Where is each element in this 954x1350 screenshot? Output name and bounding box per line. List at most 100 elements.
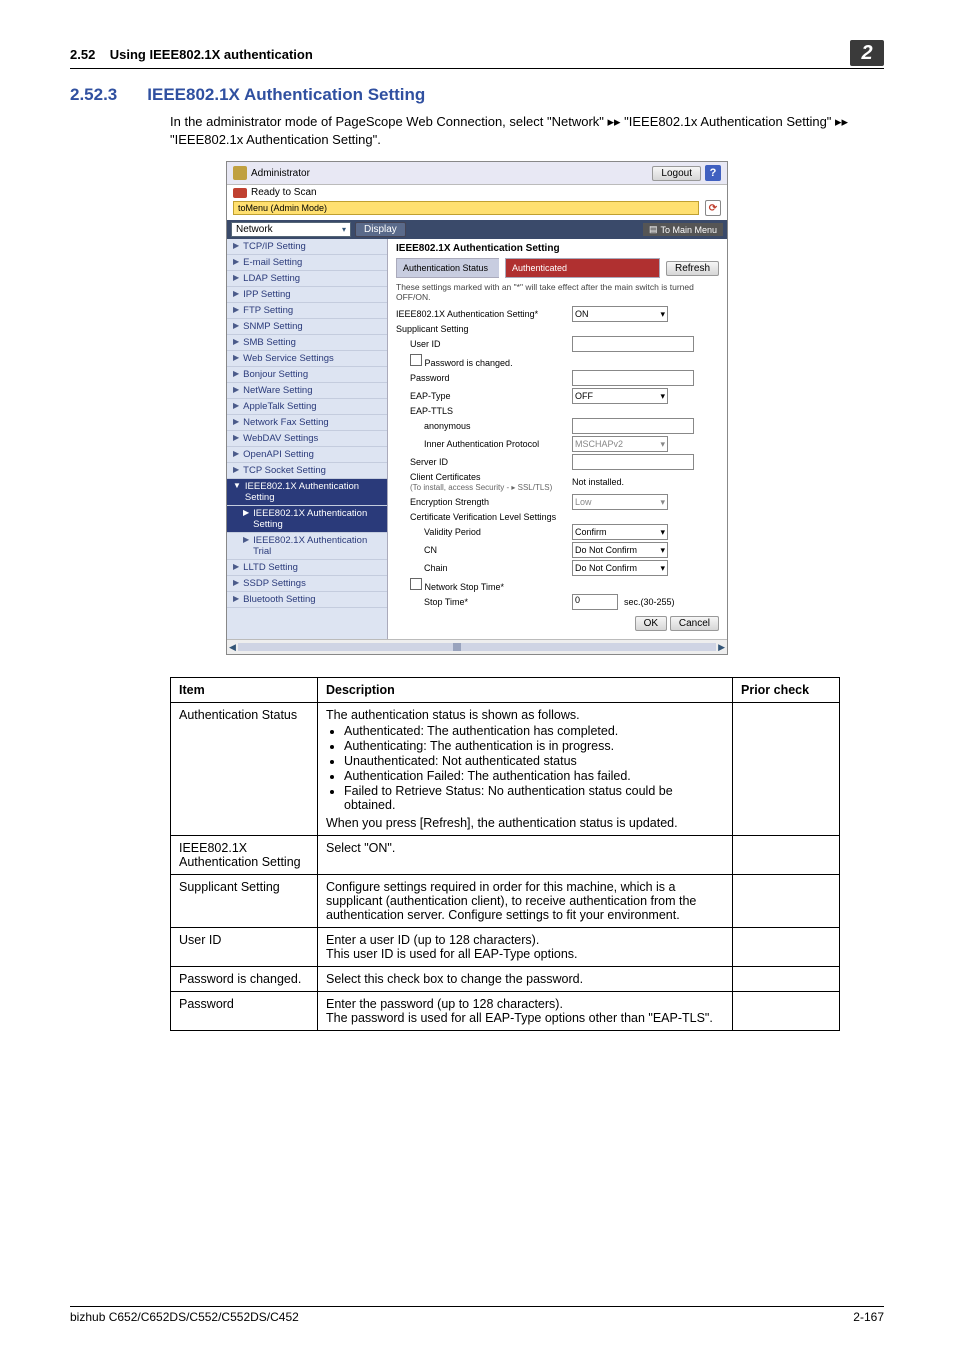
row-eapttls: EAP-TTLS [396, 406, 719, 416]
sidenav-ftp[interactable]: ▶FTP Setting [227, 303, 387, 319]
sidenav-lltd[interactable]: ▶LLTD Setting [227, 560, 387, 576]
row-cn: CN Do Not Confirm ▾ [396, 542, 719, 558]
chevron-down-icon: ▾ [660, 391, 665, 402]
display-button[interactable]: Display [355, 222, 406, 237]
scroll-thumb[interactable] [238, 643, 716, 651]
td-prior [733, 875, 840, 928]
td-item: User ID [171, 928, 318, 967]
sidenav-ipp[interactable]: ▶IPP Setting [227, 287, 387, 303]
category-select[interactable]: Network ▾ [231, 222, 351, 237]
sidenav-webdav[interactable]: ▶WebDAV Settings [227, 431, 387, 447]
sidenav-label: OpenAPI Setting [243, 449, 314, 460]
main-menu-button[interactable]: ▤ To Main Menu [643, 223, 723, 236]
sidenav-label: WebDAV Settings [243, 433, 318, 444]
sidenav-label: IPP Setting [243, 289, 290, 300]
td-prior [733, 703, 840, 836]
cancel-button[interactable]: Cancel [670, 616, 719, 631]
sidenav-ldap[interactable]: ▶LDAP Setting [227, 271, 387, 287]
row-password: Password [396, 370, 719, 386]
row-innerauth: Inner Authentication Protocol MSCHAPv2 ▾ [396, 436, 719, 452]
validity-value: Confirm [575, 527, 607, 537]
validity-select[interactable]: Confirm ▾ [572, 524, 668, 540]
sidenav-email[interactable]: ▶E-mail Setting [227, 255, 387, 271]
sidenav-smb[interactable]: ▶SMB Setting [227, 335, 387, 351]
sidenav-label: FTP Setting [243, 305, 293, 316]
description-table: Item Description Prior check Authenticat… [170, 677, 840, 1031]
screenshot-content: IEEE802.1X Authentication Setting Authen… [388, 239, 727, 639]
stop-time-unit: sec.(30-255) [624, 597, 675, 607]
side-nav: ▶TCP/IP Setting ▶E-mail Setting ▶LDAP Se… [227, 239, 388, 639]
chevron-down-icon: ▾ [660, 439, 665, 450]
row-netstop: Network Stop Time* [396, 578, 719, 592]
sidenav-netware[interactable]: ▶NetWare Setting [227, 383, 387, 399]
refresh-icon[interactable]: ⟳ [705, 200, 721, 216]
supplicant-label: Supplicant Setting [396, 324, 566, 334]
inner-auth-select[interactable]: MSCHAPv2 ▾ [572, 436, 668, 452]
sidenav-webservice[interactable]: ▶Web Service Settings [227, 351, 387, 367]
admin-screenshot: Administrator Logout ? Ready to Scan toM… [226, 161, 728, 655]
table-row: IEEE802.1X Authentication Setting Select… [171, 836, 840, 875]
sidenav-ieee8021x-setting[interactable]: ▶IEEE802.1X Authentication Setting [227, 506, 387, 533]
help-icon[interactable]: ? [705, 165, 721, 181]
sidenav-tcpip[interactable]: ▶TCP/IP Setting [227, 239, 387, 255]
enc-strength-select[interactable]: Low ▾ [572, 494, 668, 510]
admin-avatar-icon [233, 166, 247, 180]
scroll-right-icon[interactable]: ▶ [718, 642, 725, 653]
td-item: IEEE802.1X Authentication Setting [171, 836, 318, 875]
ok-button[interactable]: OK [635, 616, 667, 631]
sidenav-bluetooth[interactable]: ▶Bluetooth Setting [227, 592, 387, 608]
sidenav-networkfax[interactable]: ▶Network Fax Setting [227, 415, 387, 431]
refresh-button[interactable]: Refresh [666, 261, 719, 276]
password-changed-wrap: Password is changed. [396, 354, 566, 368]
sidenav-snmp[interactable]: ▶SNMP Setting [227, 319, 387, 335]
td-desc: Select "ON". [318, 836, 733, 875]
sidenav-openapi[interactable]: ▶OpenAPI Setting [227, 447, 387, 463]
network-stop-checkbox[interactable] [410, 578, 422, 590]
auth-status-row: Authentication Status Authenticated Refr… [396, 258, 719, 278]
anonymous-input[interactable] [572, 418, 694, 434]
sidenav-tcpsocket[interactable]: ▶TCP Socket Setting [227, 463, 387, 479]
screenshot-navbar: Network ▾ Display ▤ To Main Menu [227, 220, 727, 239]
scroll-left-icon[interactable]: ◀ [229, 642, 236, 653]
row-clientcert: Client Certificates (To install, access … [396, 472, 719, 492]
sidenav-bonjour[interactable]: ▶Bonjour Setting [227, 367, 387, 383]
network-stop-label: Network Stop Time* [425, 582, 505, 592]
cn-select[interactable]: Do Not Confirm ▾ [572, 542, 668, 558]
td-prior [733, 967, 840, 992]
auth-status-value: Authenticated [505, 258, 660, 278]
password-changed-checkbox[interactable] [410, 354, 422, 366]
sidenav-ieee8021x[interactable]: ▼IEEE802.1X Authentication Setting [227, 479, 387, 506]
screenshot-statusbar: Ready to Scan toMenu (Admin Mode) ⟳ [227, 185, 727, 218]
row-supplicant: Supplicant Setting [396, 324, 719, 334]
row-auth-setting: IEEE802.1X Authentication Setting* ON ▾ [396, 306, 719, 322]
row-eaptype: EAP-Type OFF ▾ [396, 388, 719, 404]
section-intro: In the administrator mode of PageScope W… [170, 113, 884, 149]
logout-button[interactable]: Logout [652, 166, 701, 181]
eap-type-select[interactable]: OFF ▾ [572, 388, 668, 404]
td-prior [733, 836, 840, 875]
user-id-input[interactable] [572, 336, 694, 352]
chevron-down-icon: ▾ [342, 225, 346, 234]
chevron-down-icon: ▾ [660, 309, 665, 320]
password-input[interactable] [572, 370, 694, 386]
footer-pagenum: 2-167 [853, 1310, 884, 1324]
stop-time-input[interactable]: 0 [572, 594, 618, 610]
chain-select[interactable]: Do Not Confirm ▾ [572, 560, 668, 576]
td-desc: Select this check box to change the pass… [318, 967, 733, 992]
server-id-input[interactable] [572, 454, 694, 470]
sidenav-appletalk[interactable]: ▶AppleTalk Setting [227, 399, 387, 415]
header-left: 2.52 Using IEEE802.1X authentication [70, 47, 313, 62]
table-row: User ID Enter a user ID (up to 128 chara… [171, 928, 840, 967]
horizontal-scrollbar[interactable]: ◀ ▶ [227, 639, 727, 654]
mode-bar[interactable]: toMenu (Admin Mode) [233, 201, 699, 215]
sidenav-label: SMB Setting [243, 337, 296, 348]
auth-setting-select[interactable]: ON ▾ [572, 306, 668, 322]
ready-text: Ready to Scan [251, 187, 317, 198]
sidenav-ieee8021x-trial[interactable]: ▶IEEE802.1X Authentication Trial [227, 533, 387, 560]
sidenav-ssdp[interactable]: ▶SSDP Settings [227, 576, 387, 592]
inner-auth-label: Inner Authentication Protocol [396, 439, 566, 449]
sidenav-label: Network Fax Setting [243, 417, 329, 428]
td-item: Authentication Status [171, 703, 318, 836]
chevron-down-icon: ▾ [660, 545, 665, 556]
row-stoptime: Stop Time* 0 sec.(30-255) [396, 594, 719, 610]
